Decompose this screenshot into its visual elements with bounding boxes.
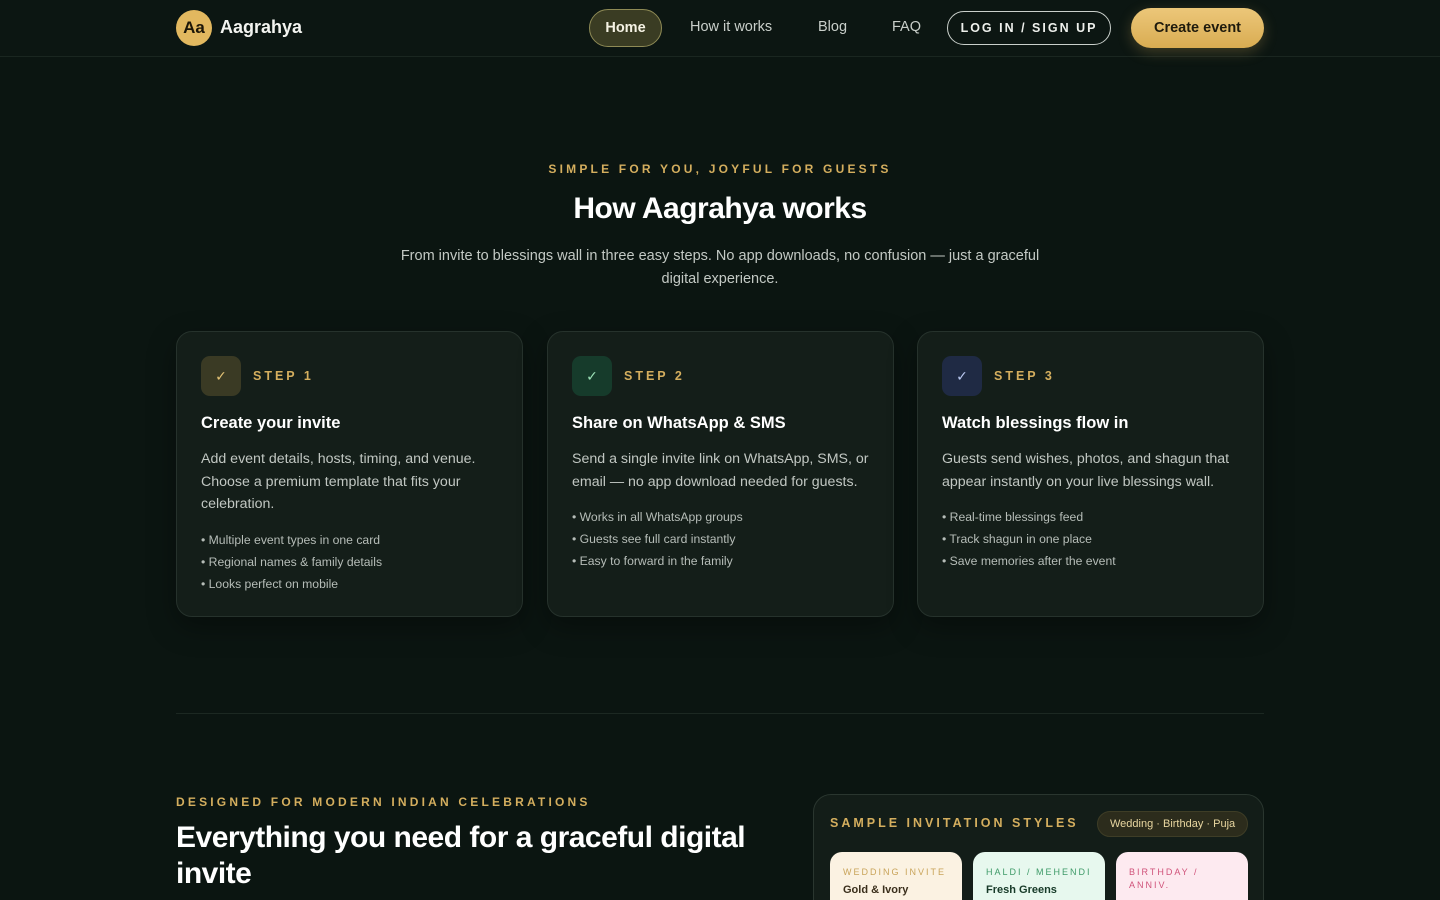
check-icon: ✓ bbox=[942, 356, 982, 396]
sample-card-name: Fresh Greens bbox=[986, 884, 1057, 896]
sample-card-birthday[interactable]: BIRTHDAY / ANNIV. bbox=[1116, 852, 1248, 900]
nav-faq-link[interactable]: FAQ bbox=[892, 19, 921, 35]
step-label: STEP 3 bbox=[994, 369, 1055, 383]
step-card-2: ✓ STEP 2 Share on WhatsApp & SMS Send a … bbox=[547, 331, 894, 617]
step-bullet-list: • Works in all WhatsApp groups • Guests … bbox=[572, 506, 872, 572]
step-description: Send a single invite link on WhatsApp, S… bbox=[572, 451, 869, 490]
list-item: • Guests see full card instantly bbox=[572, 532, 736, 546]
section-eyebrow: SIMPLE FOR YOU, JOYFUL FOR GUESTS bbox=[548, 162, 892, 176]
features-eyebrow: DESIGNED FOR MODERN INDIAN CELEBRATIONS bbox=[176, 795, 591, 809]
list-item: • Regional names & family details bbox=[201, 555, 383, 569]
sample-card-eyebrow: HALDI / MEHENDI bbox=[986, 867, 1092, 877]
nav-blog-link[interactable]: Blog bbox=[818, 19, 847, 35]
section-subtitle: From invite to blessings wall in three e… bbox=[400, 248, 1040, 287]
check-icon: ✓ bbox=[572, 356, 612, 396]
step-bullet-list: • Real-time blessings feed • Track shagu… bbox=[942, 506, 1242, 572]
section-divider bbox=[176, 713, 1264, 714]
nav-how-it-works-link[interactable]: How it works bbox=[690, 19, 772, 35]
step-description: Guests send wishes, photos, and shagun t… bbox=[942, 451, 1230, 490]
top-navbar: Aa Aagrahya Home How it works Blog FAQ L… bbox=[0, 0, 1440, 57]
list-item: • Looks perfect on mobile bbox=[201, 577, 339, 591]
list-item: • Save memories after the event bbox=[942, 554, 1116, 568]
step-bullet-list: • Multiple event types in one card • Reg… bbox=[201, 529, 501, 595]
list-item: • Track shagun in one place bbox=[942, 532, 1092, 546]
sample-card-eyebrow: BIRTHDAY / ANNIV. bbox=[1129, 867, 1199, 890]
logo-badge[interactable]: Aa bbox=[176, 10, 212, 46]
list-item: • Easy to forward in the family bbox=[572, 554, 733, 568]
step-label: STEP 2 bbox=[624, 369, 685, 383]
nav-home-link[interactable]: Home bbox=[589, 9, 662, 47]
list-item: • Real-time blessings feed bbox=[942, 510, 1084, 524]
sample-styles-panel: SAMPLE INVITATION STYLES Wedding · Birth… bbox=[813, 794, 1264, 900]
event-types-badge: Wedding · Birthday · Puja bbox=[1097, 811, 1249, 837]
features-title: Everything you need for a graceful digit… bbox=[176, 821, 746, 890]
step-title: Share on WhatsApp & SMS bbox=[572, 414, 786, 432]
create-event-button[interactable]: Create event bbox=[1131, 8, 1264, 48]
list-item: • Multiple event types in one card bbox=[201, 533, 381, 547]
step-label: STEP 1 bbox=[253, 369, 314, 383]
list-item: • Works in all WhatsApp groups bbox=[572, 510, 743, 524]
sample-card-eyebrow: WEDDING INVITE bbox=[843, 867, 947, 877]
sample-card-haldi[interactable]: HALDI / MEHENDI Fresh Greens bbox=[973, 852, 1105, 900]
step-description: Add event details, hosts, timing, and ve… bbox=[201, 451, 476, 512]
sample-styles-title: SAMPLE INVITATION STYLES bbox=[830, 816, 1079, 830]
step-title: Create your invite bbox=[201, 414, 341, 432]
sample-card-name: Gold & Ivory bbox=[843, 884, 909, 896]
brand-name[interactable]: Aagrahya bbox=[220, 17, 302, 38]
check-icon: ✓ bbox=[201, 356, 241, 396]
sample-card-wedding[interactable]: WEDDING INVITE Gold & Ivory bbox=[830, 852, 962, 900]
step-title: Watch blessings flow in bbox=[942, 414, 1129, 432]
step-card-1: ✓ STEP 1 Create your invite Add event de… bbox=[176, 331, 523, 617]
login-signup-button[interactable]: LOG IN / SIGN UP bbox=[947, 11, 1111, 45]
section-title: How Aagrahya works bbox=[573, 192, 867, 225]
step-card-3: ✓ STEP 3 Watch blessings flow in Guests … bbox=[917, 331, 1264, 617]
